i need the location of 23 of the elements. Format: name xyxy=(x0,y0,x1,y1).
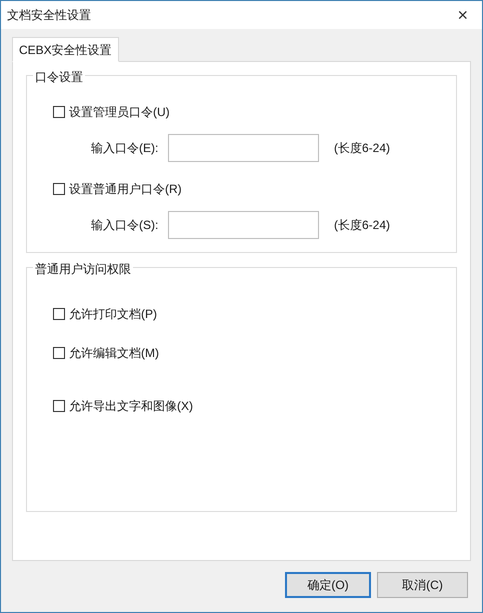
checkbox[interactable] xyxy=(53,183,65,195)
password-field[interactable] xyxy=(168,134,319,162)
field-label: 输入口令(E): xyxy=(91,140,160,157)
checkbox[interactable] xyxy=(53,347,65,359)
dialog-button[interactable]: 确定(O) xyxy=(285,572,371,598)
checkbox-label[interactable]: 设置普通用户口令(R) xyxy=(69,180,182,198)
group-title: 口令设置 xyxy=(33,68,85,86)
checkbox-label[interactable]: 允许打印文档(P) xyxy=(69,305,157,323)
dialog-button[interactable]: 取消(C) xyxy=(377,572,468,598)
checkbox[interactable] xyxy=(53,106,65,118)
checkbox-label[interactable]: 设置管理员口令(U) xyxy=(69,103,170,121)
field-label: 输入口令(S): xyxy=(91,217,160,234)
checkbox-label[interactable]: 允许导出文字和图像(X) xyxy=(69,397,193,415)
close-button[interactable]: × xyxy=(457,6,468,24)
length-hint: (长度6-24) xyxy=(334,217,390,234)
checkbox[interactable] xyxy=(53,400,65,412)
tab[interactable]: CEBX安全性设置 xyxy=(12,37,119,62)
window-title: 文档安全性设置 xyxy=(7,7,91,24)
group-title: 普通用户访问权限 xyxy=(33,260,133,278)
checkbox[interactable] xyxy=(53,308,65,320)
password-field[interactable] xyxy=(168,211,319,239)
length-hint: (长度6-24) xyxy=(334,140,390,157)
checkbox-label[interactable]: 允许编辑文档(M) xyxy=(69,344,159,362)
